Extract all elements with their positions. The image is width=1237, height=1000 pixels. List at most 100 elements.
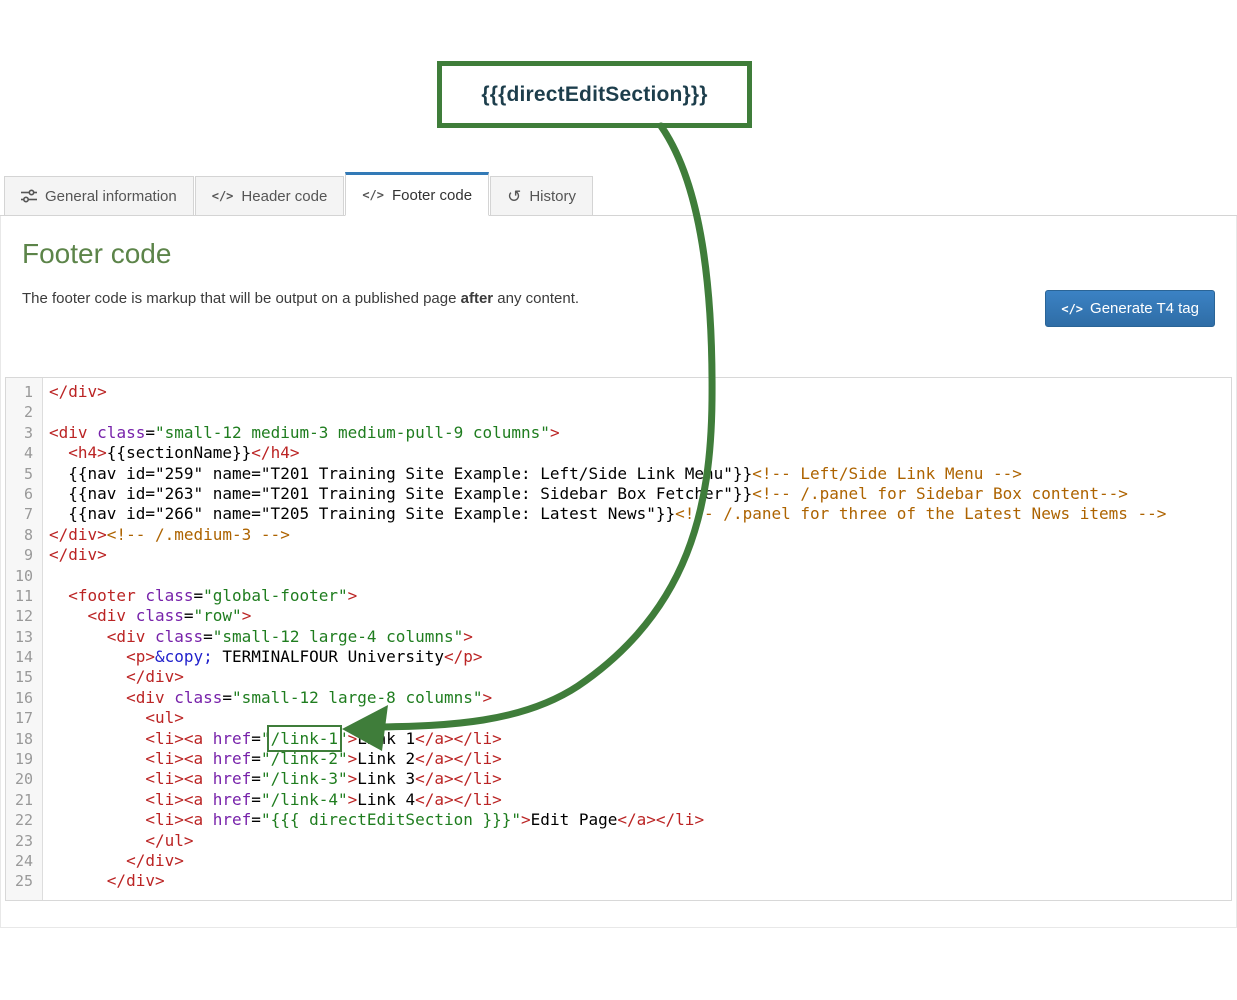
code-token: </h4> — [251, 443, 299, 462]
code-token: <footer — [68, 586, 135, 605]
description-bold: after — [461, 290, 494, 307]
code-token: <li> — [145, 810, 184, 829]
code-token — [49, 871, 107, 890]
code-token: class — [155, 627, 203, 646]
line-number: 24 — [6, 851, 33, 871]
code-token: </li> — [454, 749, 502, 768]
line-number: 22 — [6, 810, 33, 830]
code-line[interactable]: {{nav id="266" name="T205 Training Site … — [49, 504, 1225, 524]
line-number: 18 — [6, 729, 33, 749]
code-line[interactable]: <p>&copy; TERMINALFOUR University</p> — [49, 647, 1225, 667]
code-token: &copy; — [155, 647, 213, 666]
code-token: = — [251, 749, 261, 768]
code-line[interactable]: {{nav id="263" name="T201 Training Site … — [49, 484, 1225, 504]
code-line[interactable]: <div class="small-12 large-8 columns"> — [49, 688, 1225, 708]
code-token: </a> — [415, 729, 454, 748]
code-token: = — [184, 606, 194, 625]
code-token: </a> — [617, 810, 656, 829]
line-number-gutter: 1234567891011121314151617181920212223242… — [6, 378, 43, 900]
tab-general-information[interactable]: General information — [4, 176, 194, 215]
code-line[interactable]: </ul> — [49, 831, 1225, 851]
code-token — [203, 729, 213, 748]
line-number: 10 — [6, 566, 33, 586]
code-token: <h4> — [68, 443, 107, 462]
page-description: The footer code is markup that will be o… — [22, 290, 1215, 307]
tab-content-panel: Footer code The footer code is markup th… — [0, 216, 1237, 928]
code-token: </ul> — [145, 831, 193, 850]
line-number: 2 — [6, 402, 33, 422]
generate-t4-tag-button[interactable]: </> Generate T4 tag — [1045, 290, 1215, 327]
code-token — [49, 667, 126, 686]
page-title: Footer code — [22, 238, 1215, 270]
code-token: "row" — [194, 606, 242, 625]
code-token: <div — [49, 423, 88, 442]
code-token: {{nav id="259" name="T201 Training Site … — [49, 464, 752, 483]
code-token — [49, 443, 68, 462]
line-number: 15 — [6, 667, 33, 687]
code-line[interactable]: </div> — [49, 871, 1225, 891]
code-line[interactable]: <li><a href="{{{ directEditSection }}}">… — [49, 810, 1225, 830]
code-token — [203, 769, 213, 788]
page: {{{directEditSection}}} General informat… — [0, 0, 1237, 1000]
code-token: </p> — [444, 647, 483, 666]
line-number: 7 — [6, 504, 33, 524]
code-token: Edit Page — [531, 810, 618, 829]
code-line[interactable]: <h4>{{sectionName}}</h4> — [49, 443, 1225, 463]
code-token: <div — [107, 627, 146, 646]
code-token — [203, 749, 213, 768]
code-token — [88, 423, 98, 442]
code-token: </a> — [415, 749, 454, 768]
line-number: 1 — [6, 382, 33, 402]
code-line[interactable]: </div><!-- /.medium-3 --> — [49, 525, 1225, 545]
code-token: <a — [184, 749, 203, 768]
tab-header-code[interactable]: </> Header code — [195, 176, 345, 215]
code-line[interactable]: </div> — [49, 851, 1225, 871]
code-token: > — [348, 790, 358, 809]
code-line[interactable]: <li><a href="/link-3">Link 3</a></li> — [49, 769, 1225, 789]
code-line[interactable]: <li><a href="/link-1">Link 1</a></li> — [49, 729, 1225, 749]
code-editor[interactable]: 1234567891011121314151617181920212223242… — [5, 377, 1232, 901]
code-token — [49, 810, 145, 829]
code-token: "/link-2" — [261, 749, 348, 768]
code-token — [49, 831, 145, 850]
tab-footer-code[interactable]: </> Footer code — [345, 172, 489, 216]
code-token: " — [261, 729, 271, 748]
line-number: 11 — [6, 586, 33, 606]
code-line[interactable]: {{nav id="259" name="T201 Training Site … — [49, 464, 1225, 484]
tab-label: History — [529, 188, 576, 205]
code-token: = — [251, 790, 261, 809]
code-line[interactable]: <li><a href="/link-2">Link 2</a></li> — [49, 749, 1225, 769]
tab-history[interactable]: ↺ History — [490, 176, 593, 215]
code-area[interactable]: </div> <div class="small-12 medium-3 med… — [43, 378, 1231, 900]
code-line[interactable]: <div class="small-12 large-4 columns"> — [49, 627, 1225, 647]
code-line[interactable]: <div class="row"> — [49, 606, 1225, 626]
code-token — [203, 790, 213, 809]
code-line[interactable]: </div> — [49, 382, 1225, 402]
code-line[interactable]: <div class="small-12 medium-3 medium-pul… — [49, 423, 1225, 443]
code-line[interactable]: </div> — [49, 545, 1225, 565]
code-token: </div> — [49, 545, 107, 564]
code-line[interactable]: <ul> — [49, 708, 1225, 728]
code-line[interactable]: <footer class="global-footer"> — [49, 586, 1225, 606]
code-token: href — [213, 749, 252, 768]
code-line[interactable]: <li><a href="/link-4">Link 4</a></li> — [49, 790, 1225, 810]
code-line[interactable]: </div> — [49, 667, 1225, 687]
annotation-area: {{{directEditSection}}} — [0, 0, 1237, 176]
highlighted-token: /link-1 — [271, 729, 338, 748]
code-token: </div> — [126, 667, 184, 686]
code-line[interactable] — [49, 402, 1225, 422]
code-token: "small-12 medium-3 medium-pull-9 columns… — [155, 423, 550, 442]
code-line[interactable] — [49, 566, 1225, 586]
line-number: 8 — [6, 525, 33, 545]
code-token: <div — [126, 688, 165, 707]
code-token — [49, 708, 145, 727]
history-icon: ↺ — [507, 188, 521, 205]
code-token: class — [174, 688, 222, 707]
code-token: = — [251, 729, 261, 748]
code-token: = — [145, 423, 155, 442]
line-number: 21 — [6, 790, 33, 810]
code-token: > — [348, 769, 358, 788]
code-token: > — [242, 606, 252, 625]
code-token — [49, 790, 145, 809]
code-token: href — [213, 769, 252, 788]
